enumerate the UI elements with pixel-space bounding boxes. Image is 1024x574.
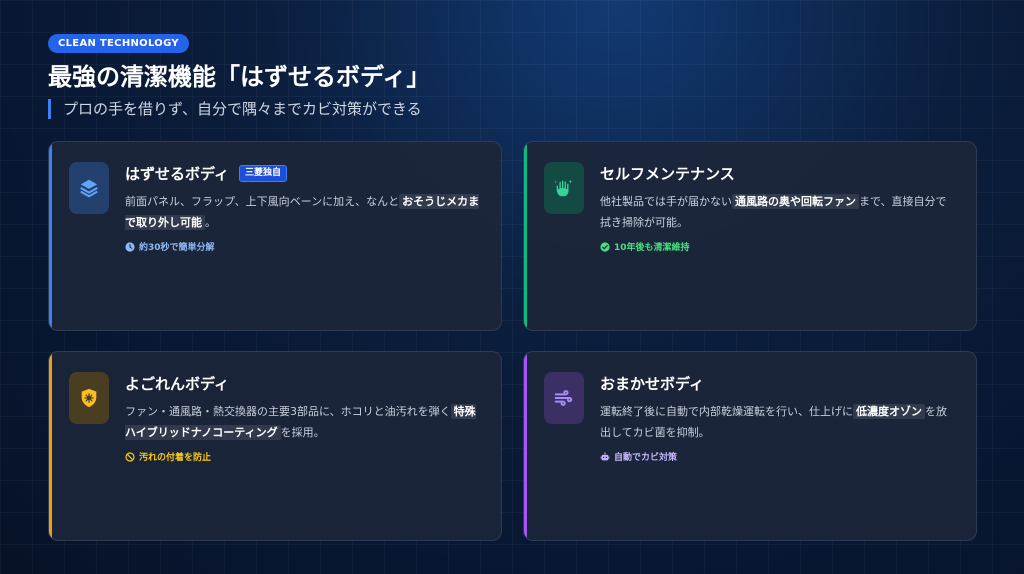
card-icon-box <box>544 162 584 214</box>
card-note: 汚れの付着を防止 <box>125 450 481 463</box>
ban-icon <box>125 451 135 462</box>
feature-card-omakase-body: おまかせボディ 運転終了後に自動で内部乾燥運転を行い、仕上げに 低濃度オゾン を放出… <box>523 351 977 541</box>
robot-icon <box>600 451 610 460</box>
card-description: 運転終了後に自動で内部乾燥運転を行い、仕上げに 低濃度オゾン を放出してカビ菌を抑制… <box>600 404 947 439</box>
card-description: 前面パネル、フラップ、上下風向ベーンに加え、なんと おそうじメカまで取り外し可能。 <box>125 194 480 230</box>
category-badge: CLEAN TECHNOLOGY <box>48 34 189 53</box>
description-highlight: 通風路の奥や回転ファン <box>732 194 859 209</box>
description-highlight: 低濃度オゾン <box>853 404 925 419</box>
card-description: ファン・通風路・熱交換器の主要3部品に、ホコリと油汚れを弾く 特殊ハイブリッドナノ… <box>125 404 476 440</box>
card-accent-bar <box>49 142 52 330</box>
card-accent-bar <box>524 142 527 330</box>
card-note: 約30秒で簡単分解 <box>125 240 481 253</box>
card-icon-box <box>69 372 109 424</box>
card-accent-bar <box>49 352 52 540</box>
card-description: 他社製品では手が届かない 通風路の奥や回転ファン まで、直接自分で拭き掃除が可能。 <box>600 194 947 229</box>
page-subtitle: プロの手を借りず、自分で隅々までカビ対策ができる <box>48 99 976 119</box>
clock-icon <box>125 241 135 252</box>
layers-icon <box>80 179 98 198</box>
card-accent-bar <box>524 352 527 540</box>
shield-virus-icon <box>81 388 97 408</box>
feature-card-hazuseru-body: はずせるボディ 三菱独自 前面パネル、フラップ、上下風向ベーンに加え、なんと おそ… <box>48 141 502 331</box>
card-icon-box <box>69 162 109 214</box>
exclusive-tag: 三菱独自 <box>238 164 287 182</box>
wind-icon <box>554 390 573 406</box>
card-title: セルフメンテナンス <box>600 164 735 183</box>
card-note: 自動でカビ対策 <box>600 450 956 463</box>
header: CLEAN TECHNOLOGY 最強の清潔機能「はずせるボディ」 プロの手を借… <box>48 31 976 119</box>
card-icon-box <box>544 372 584 424</box>
card-note: 10年後も清潔維持 <box>600 240 956 253</box>
check-circle-icon <box>600 241 610 252</box>
card-title: おまかせボディ <box>600 374 704 393</box>
hand-sparkle-icon <box>554 179 573 197</box>
feature-card-self-maintenance: セルフメンテナンス 他社製品では手が届かない 通風路の奥や回転ファン まで、直接自分… <box>523 141 977 331</box>
page-title: 最強の清潔機能「はずせるボディ」 <box>48 63 431 91</box>
feature-card-yogoren-body: よごれんボディ ファン・通風路・熱交換器の主要3部品に、ホコリと油汚れを弾く 特殊… <box>48 351 502 541</box>
card-title: はずせるボディ <box>125 164 229 183</box>
card-title: よごれんボディ <box>125 374 229 393</box>
